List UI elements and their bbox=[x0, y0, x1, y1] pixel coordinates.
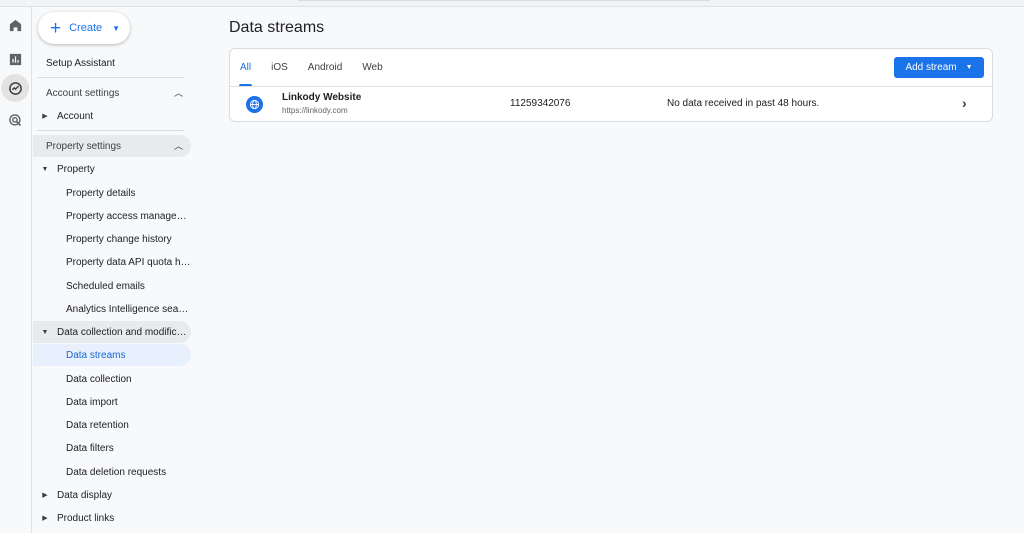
triangle-right-icon: ▶ bbox=[42, 113, 48, 120]
browser-top-strip bbox=[0, 0, 1024, 7]
triangle-right-icon: ▶ bbox=[42, 515, 48, 522]
sidebar-item-data-filters[interactable]: Data filters bbox=[33, 437, 191, 459]
reports-icon[interactable] bbox=[1, 45, 29, 73]
nav-label: Data retention bbox=[66, 419, 129, 431]
stream-url: https://linkody.com bbox=[282, 106, 348, 115]
chevron-up-icon: ︿ bbox=[173, 141, 183, 151]
data-collection-group-label: Data collection and modifica… bbox=[57, 326, 191, 338]
top-strip-edge bbox=[298, 0, 710, 1]
nav-label: Scheduled emails bbox=[66, 280, 145, 292]
sidebar-item-data-retention[interactable]: Data retention bbox=[33, 414, 191, 436]
sidebar-item-property-details[interactable]: Property details bbox=[33, 182, 191, 204]
setup-assistant-label: Setup Assistant bbox=[46, 57, 115, 69]
sidebar-item-data-streams[interactable]: Data streams bbox=[33, 344, 191, 366]
nav-label: Data streams bbox=[66, 349, 126, 361]
sidebar-item-data-collection-group[interactable]: ▼ Data collection and modifica… bbox=[33, 321, 191, 343]
tab-web[interactable]: Web bbox=[352, 49, 392, 86]
nav-label: Data filters bbox=[66, 442, 114, 454]
property-settings-header[interactable]: Property settings ︿ bbox=[33, 135, 191, 157]
account-settings-label: Account settings bbox=[46, 87, 120, 99]
stream-row[interactable]: Linkody Website https://linkody.com 1125… bbox=[230, 87, 992, 122]
divider bbox=[37, 77, 184, 78]
caret-down-icon: ▼ bbox=[965, 64, 973, 71]
nav-label: Data collection bbox=[66, 373, 132, 385]
tab-android[interactable]: Android bbox=[298, 49, 352, 86]
chevron-up-icon: ︿ bbox=[173, 88, 183, 98]
explore-icon[interactable] bbox=[1, 74, 29, 102]
sidebar-item-data-collection[interactable]: Data collection bbox=[33, 368, 191, 390]
sidebar-item-data-display[interactable]: ▶ Data display bbox=[33, 484, 191, 506]
property-settings-label: Property settings bbox=[46, 140, 122, 152]
stream-status: No data received in past 48 hours. bbox=[667, 98, 820, 109]
data-streams-card: All iOS Android Web Add stream ▼ Linkody… bbox=[229, 48, 993, 122]
tab-ios[interactable]: iOS bbox=[261, 49, 298, 86]
sidebar-item-property-access-management[interactable]: Property access managem… bbox=[33, 205, 191, 227]
stream-name: Linkody Website bbox=[282, 92, 362, 103]
sidebar-item-property-data-api-quota[interactable]: Property data API quota hi… bbox=[33, 251, 191, 273]
create-button[interactable]: + Create ▼ bbox=[38, 12, 130, 44]
nav-label: Data import bbox=[66, 396, 118, 408]
setup-assistant-link[interactable]: Setup Assistant bbox=[33, 52, 191, 74]
create-label: Create bbox=[69, 22, 103, 34]
globe-icon bbox=[246, 96, 263, 113]
nav-label: Property data API quota hi… bbox=[66, 256, 191, 268]
triangle-right-icon: ▶ bbox=[42, 492, 48, 499]
stream-id: 11259342076 bbox=[510, 98, 571, 109]
sidebar-item-property-change-history[interactable]: Property change history bbox=[33, 228, 191, 250]
product-links-label: Product links bbox=[57, 512, 115, 524]
caret-down-icon: ▼ bbox=[112, 23, 121, 33]
account-settings-header[interactable]: Account settings ︿ bbox=[33, 82, 191, 104]
sidebar-item-data-deletion-requests[interactable]: Data deletion requests bbox=[33, 461, 191, 483]
sidebar-item-scheduled-emails[interactable]: Scheduled emails bbox=[33, 275, 191, 297]
page-title: Data streams bbox=[229, 19, 325, 36]
property-label: Property bbox=[57, 163, 95, 175]
sidebar-item-data-import[interactable]: Data import bbox=[33, 391, 191, 413]
chevron-right-icon[interactable]: › bbox=[962, 95, 967, 111]
plus-icon: + bbox=[50, 17, 62, 39]
advertising-icon[interactable] bbox=[1, 106, 29, 134]
home-icon[interactable] bbox=[1, 11, 29, 39]
add-stream-label: Add stream bbox=[905, 62, 957, 73]
sidebar-item-property[interactable]: ▼ Property bbox=[33, 158, 191, 180]
triangle-down-icon: ▼ bbox=[41, 165, 49, 173]
add-stream-button[interactable]: Add stream ▼ bbox=[894, 57, 984, 78]
data-display-label: Data display bbox=[57, 489, 113, 501]
account-label: Account bbox=[57, 110, 94, 122]
triangle-down-icon: ▼ bbox=[41, 328, 49, 336]
divider bbox=[37, 130, 184, 131]
nav-label: Data deletion requests bbox=[66, 466, 167, 478]
stream-filter-tabs: All iOS Android Web bbox=[230, 49, 393, 86]
nav-label: Property access managem… bbox=[66, 210, 191, 222]
sidebar-item-account[interactable]: ▶ Account bbox=[33, 105, 191, 127]
admin-sidebar: + Create ▼ Setup Assistant Account setti… bbox=[33, 7, 196, 533]
nav-label: Property change history bbox=[66, 233, 172, 245]
tab-all[interactable]: All bbox=[230, 49, 261, 86]
sidebar-item-analytics-intelligence[interactable]: Analytics Intelligence sear… bbox=[33, 298, 191, 320]
nav-rail bbox=[0, 7, 32, 533]
sidebar-item-product-links[interactable]: ▶ Product links bbox=[33, 507, 191, 529]
nav-label: Property details bbox=[66, 187, 136, 199]
nav-label: Analytics Intelligence sear… bbox=[66, 303, 191, 315]
